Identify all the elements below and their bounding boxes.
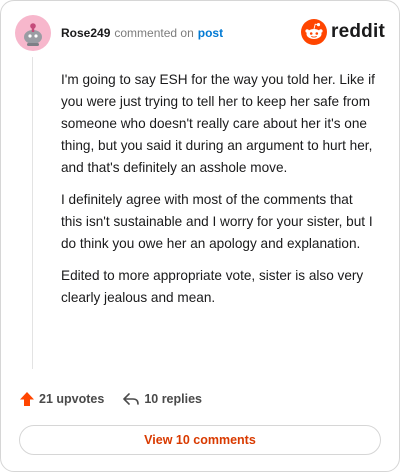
- thread-line[interactable]: [32, 57, 33, 369]
- upvote-count: 21 upvotes: [39, 392, 105, 406]
- comment-paragraph-3: Edited to more appropriate vote, sister …: [61, 268, 364, 305]
- view-comments-button[interactable]: View 10 comments: [19, 425, 381, 455]
- reddit-logo[interactable]: reddit: [301, 19, 385, 45]
- username-link[interactable]: Rose249: [61, 26, 110, 40]
- user-avatar[interactable]: [15, 15, 51, 51]
- upvote-arrow-icon: [20, 392, 34, 406]
- comment-header: Rose249 commented on post reddit: [15, 15, 385, 51]
- comment-body: I'm going to say ESH for the way you tol…: [61, 69, 375, 319]
- reddit-logo-text: reddit: [331, 21, 385, 42]
- reply-arrow-icon: [123, 393, 140, 405]
- reply-count: 10 replies: [144, 392, 202, 406]
- post-link[interactable]: post: [198, 26, 223, 40]
- snoo-avatar-icon: [24, 23, 42, 46]
- reddit-logo-icon: [301, 19, 328, 45]
- comment-paragraph-2: I definitely agree with most of the comm…: [61, 192, 373, 251]
- comment-actions: 21 upvotes 10 replies: [19, 389, 220, 409]
- action-text: commented on: [114, 26, 194, 40]
- comment-paragraph-1: I'm going to say ESH for the way you tol…: [61, 72, 375, 175]
- comment-meta: Rose249 commented on post: [61, 25, 223, 41]
- comment-card: Rose249 commented on post reddit I'm going…: [0, 0, 400, 472]
- reply-button[interactable]: 10 replies: [122, 391, 202, 407]
- upvote-button[interactable]: 21 upvotes: [19, 391, 104, 407]
